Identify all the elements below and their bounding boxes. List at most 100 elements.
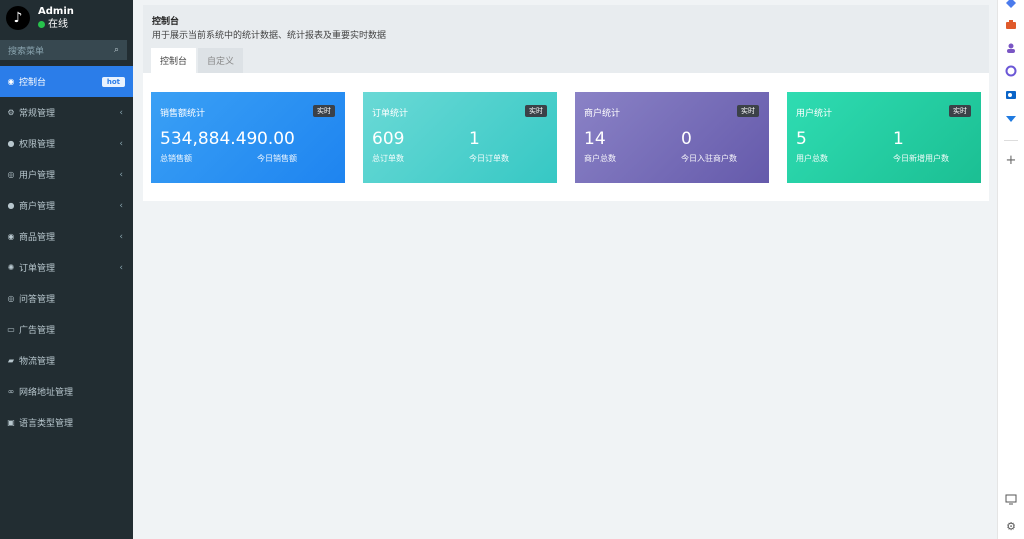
stat-value: 534,884.49 xyxy=(160,129,258,149)
stats-panel: 销售额统计 实时 534,884.49 总销售额 0.00 今日销售额 订单统计… xyxy=(143,73,989,201)
card-title: 商户统计 xyxy=(584,109,621,119)
sidebar-item-languages[interactable]: ▣ 语言类型管理 xyxy=(0,407,133,438)
sidebar-item-orders[interactable]: ✺ 订单管理 ‹ xyxy=(0,252,133,283)
card-title: 销售额统计 xyxy=(160,109,206,119)
chevron-left-icon: ‹ xyxy=(119,200,123,211)
card-title: 用户统计 xyxy=(796,109,833,119)
stat-value: 14 xyxy=(584,129,606,149)
question-icon: ◎ xyxy=(7,294,15,303)
plus-icon[interactable]: + xyxy=(1004,153,1018,168)
sidebar-item-general[interactable]: ⚙ 常规管理 ‹ xyxy=(0,97,133,128)
user-status-label: 在线 xyxy=(48,19,68,30)
avatar[interactable]: ♪ xyxy=(6,6,30,30)
merchants-stat-card: 商户统计 实时 14 商户总数 0 今日入驻商户数 xyxy=(575,92,769,183)
stat-total: 14 商户总数 xyxy=(584,128,616,164)
sidebar-item-label: 网络地址管理 xyxy=(19,388,74,398)
page-title: 控制台 xyxy=(152,17,180,27)
sidebar-item-logistics[interactable]: ▰ 物流管理 xyxy=(0,345,133,376)
person-icon[interactable] xyxy=(1004,41,1018,55)
sidebar-item-label: 问答管理 xyxy=(19,295,56,305)
stat-today: 1 今日订单数 xyxy=(469,128,509,164)
apple-icon: ● xyxy=(7,201,15,210)
stat-value: 1 xyxy=(893,129,904,149)
stat-label: 今日销售额 xyxy=(257,154,297,163)
stat-label: 总销售额 xyxy=(160,154,192,163)
tab-bar: 控制台 自定义 xyxy=(151,48,245,73)
hot-badge: hot xyxy=(101,76,125,87)
outlook-icon[interactable] xyxy=(1004,88,1018,102)
realtime-badge: 实时 xyxy=(313,105,335,117)
diamond-icon[interactable] xyxy=(1004,0,1018,10)
stat-label: 总订单数 xyxy=(372,154,404,163)
main-content: 控制台 用于展示当前系统中的统计数据、统计报表及重要实时数据 控制台 自定义 销… xyxy=(133,0,997,539)
screen-icon[interactable] xyxy=(1004,492,1018,506)
sync-icon[interactable] xyxy=(1004,64,1018,78)
stat-today: 0 今日入驻商户数 xyxy=(681,128,737,164)
card-title: 订单统计 xyxy=(372,109,409,119)
tab-dashboard[interactable]: 控制台 xyxy=(151,48,197,73)
settings-icon[interactable]: ⚙ xyxy=(1004,519,1018,533)
stat-label: 今日新增用户数 xyxy=(893,154,949,163)
realtime-badge: 实时 xyxy=(737,105,759,117)
stat-total: 609 总订单数 xyxy=(372,128,404,164)
sidebar-item-ads[interactable]: ▭ 广告管理 xyxy=(0,314,133,345)
browser-side-toolbar: + ⚙ xyxy=(997,0,1024,539)
search-placeholder: 搜索菜单 xyxy=(8,46,45,57)
language-icon: ▣ xyxy=(7,418,15,427)
stat-label: 用户总数 xyxy=(796,154,828,163)
tab-custom[interactable]: 自定义 xyxy=(198,48,244,73)
product-icon: ◉ xyxy=(7,232,15,241)
dashboard-icon: ◉ xyxy=(7,77,15,86)
stat-label: 商户总数 xyxy=(584,154,616,163)
stat-today: 1 今日新增用户数 xyxy=(893,128,949,164)
realtime-badge: 实时 xyxy=(525,105,547,117)
user-name: Admin xyxy=(38,6,74,17)
sidebar-item-qa[interactable]: ◎ 问答管理 xyxy=(0,283,133,314)
bookmark-icon[interactable] xyxy=(1004,112,1018,126)
user-status: 在线 xyxy=(38,18,74,31)
chevron-left-icon: ‹ xyxy=(119,262,123,273)
chevron-left-icon: ‹ xyxy=(119,231,123,242)
group-icon: ● xyxy=(7,139,15,148)
stat-label: 今日订单数 xyxy=(469,154,509,163)
sidebar-item-label: 用户管理 xyxy=(19,171,56,181)
sidebar-menu: ◉ 控制台 hot ⚙ 常规管理 ‹ ● 权限管理 ‹ ◎ 用户管理 ‹ ● 商… xyxy=(0,66,133,438)
search-icon[interactable]: ⌕ xyxy=(114,45,119,55)
order-icon: ✺ xyxy=(7,263,15,272)
briefcase-icon[interactable] xyxy=(1004,18,1018,32)
realtime-badge: 实时 xyxy=(949,105,971,117)
stat-value: 1 xyxy=(469,129,480,149)
sidebar-item-label: 物流管理 xyxy=(19,357,56,367)
online-status-icon xyxy=(38,21,45,28)
sidebar-item-label: 订单管理 xyxy=(19,264,56,274)
sidebar-item-label: 权限管理 xyxy=(19,140,56,150)
stat-value: 0.00 xyxy=(257,129,295,149)
link-icon: ∞ xyxy=(7,387,15,396)
chevron-left-icon: ‹ xyxy=(119,169,123,180)
sidebar-item-dashboard[interactable]: ◉ 控制台 hot xyxy=(0,66,133,97)
stat-total: 5 用户总数 xyxy=(796,128,828,164)
sidebar-item-label: 广告管理 xyxy=(19,326,56,336)
stat-value: 0 xyxy=(681,129,692,149)
sidebar-item-label: 控制台 xyxy=(19,78,47,88)
sidebar-item-users[interactable]: ◎ 用户管理 ‹ xyxy=(0,159,133,190)
toolbar-divider xyxy=(1004,140,1018,141)
sidebar-item-products[interactable]: ◉ 商品管理 ‹ xyxy=(0,221,133,252)
sidebar: ♪ Admin 在线 搜索菜单 ⌕ ◉ 控制台 hot ⚙ 常规管理 ‹ ● 权… xyxy=(0,0,133,539)
sidebar-item-label: 商品管理 xyxy=(19,233,56,243)
sidebar-item-network[interactable]: ∞ 网络地址管理 xyxy=(0,376,133,407)
content-header: 控制台 用于展示当前系统中的统计数据、统计报表及重要实时数据 控制台 自定义 xyxy=(143,5,989,73)
truck-icon: ▰ xyxy=(7,356,15,365)
stat-today: 0.00 今日销售额 xyxy=(257,128,297,164)
user-info: Admin 在线 xyxy=(38,5,74,31)
page-description: 用于展示当前系统中的统计数据、统计报表及重要实时数据 xyxy=(152,31,387,41)
sidebar-item-merchants[interactable]: ● 商户管理 ‹ xyxy=(0,190,133,221)
sidebar-item-permissions[interactable]: ● 权限管理 ‹ xyxy=(0,128,133,159)
chevron-left-icon: ‹ xyxy=(119,138,123,149)
sales-stat-card: 销售额统计 实时 534,884.49 总销售额 0.00 今日销售额 xyxy=(151,92,345,183)
stat-value: 5 xyxy=(796,129,807,149)
sidebar-item-label: 语言类型管理 xyxy=(19,419,74,429)
search-input[interactable]: 搜索菜单 ⌕ xyxy=(0,40,127,60)
stat-label: 今日入驻商户数 xyxy=(681,154,737,163)
user-panel: ♪ Admin 在线 xyxy=(0,0,133,36)
